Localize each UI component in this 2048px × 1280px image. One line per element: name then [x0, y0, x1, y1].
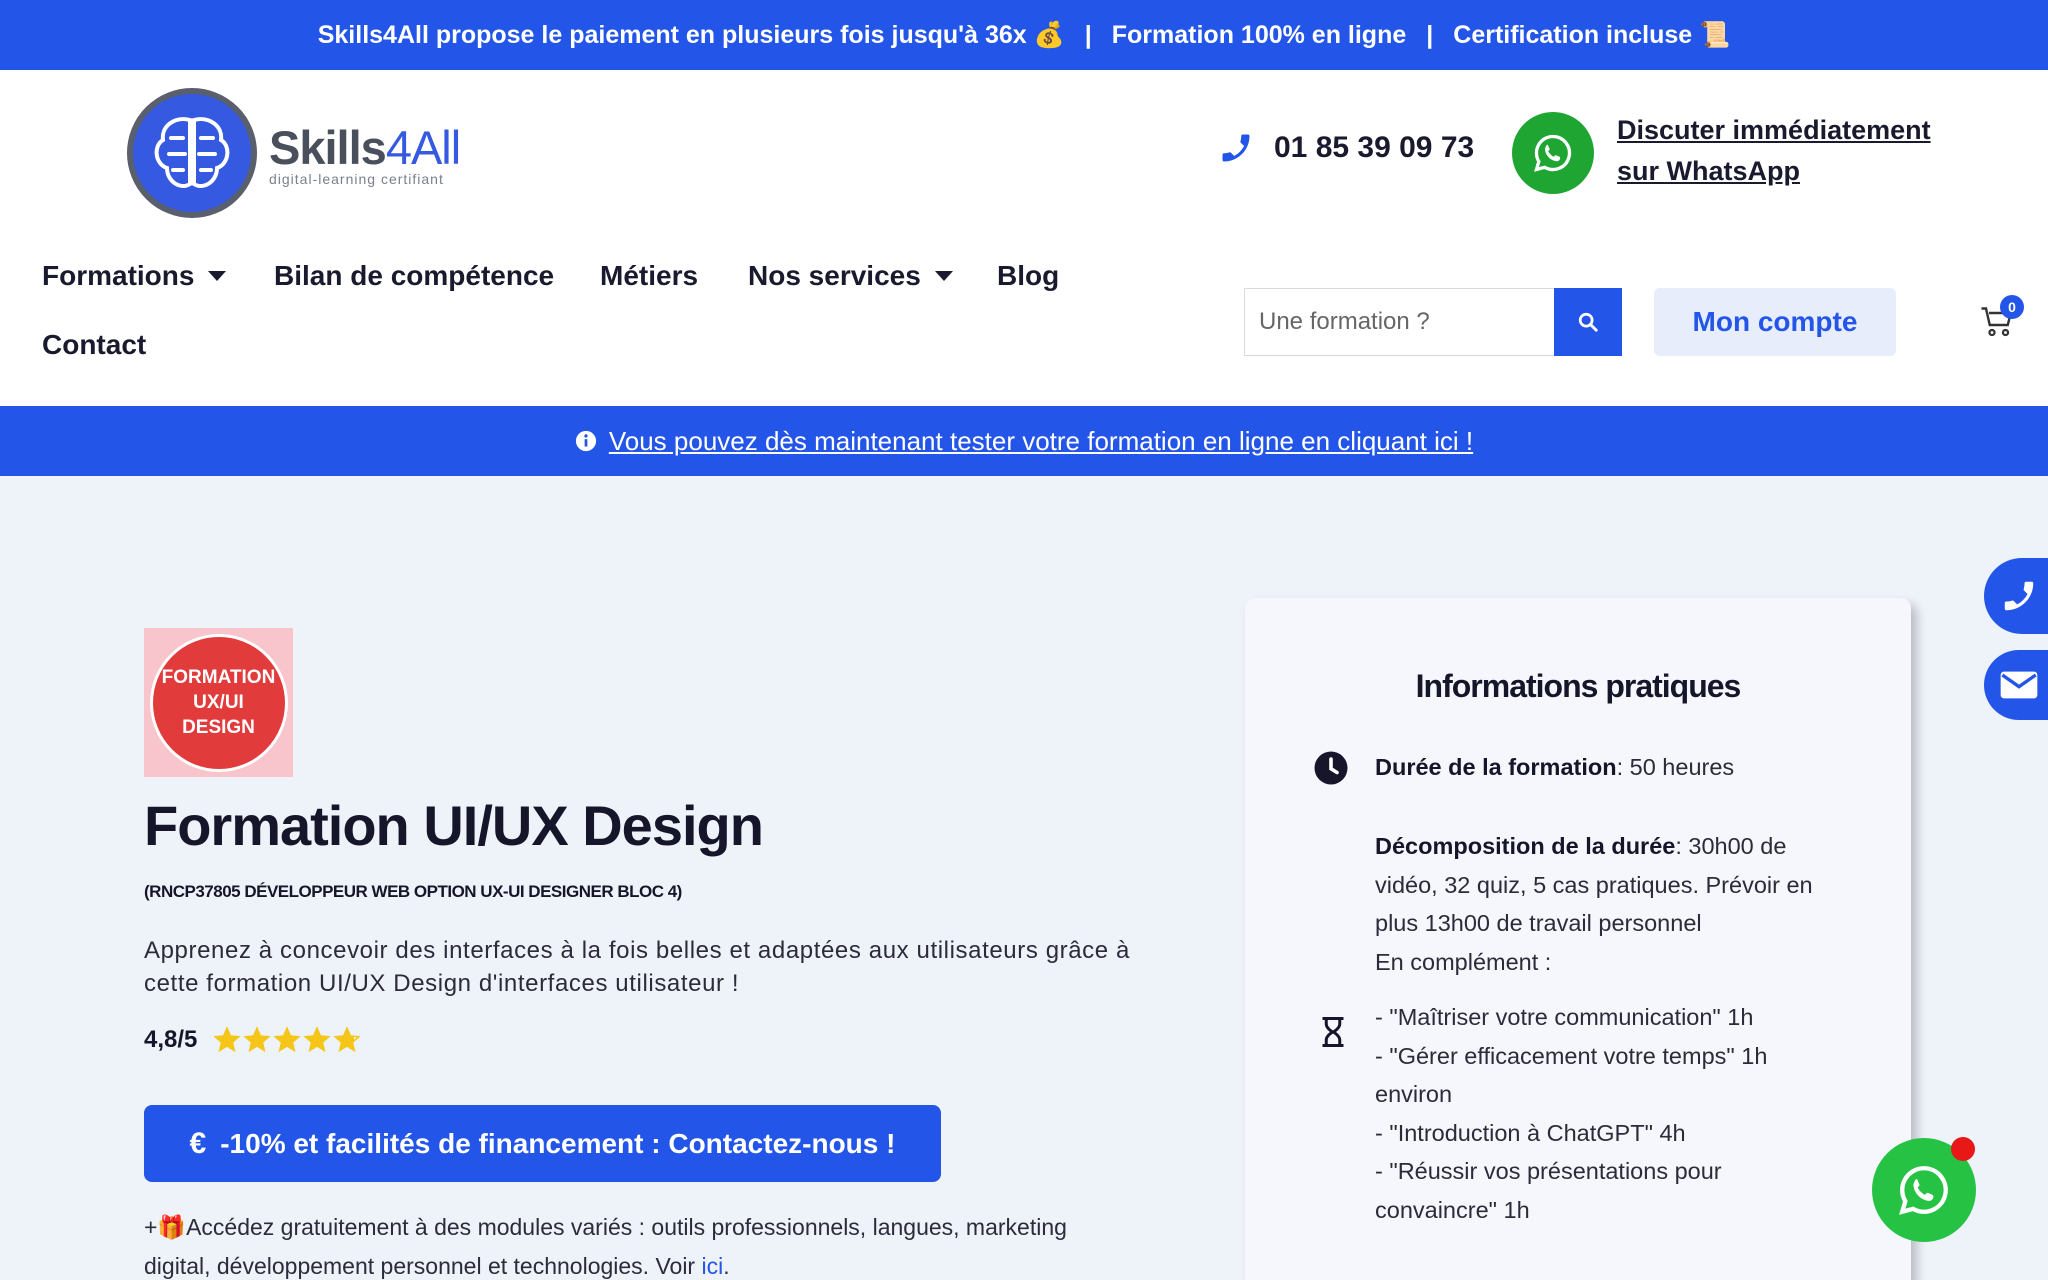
rating-value: 4,8/5 — [144, 1026, 198, 1053]
course-rncp-code: (RNCP37805 DÉVELOPPEUR WEB OPTION UX-UI … — [144, 882, 682, 901]
cta-label: -10% et facilités de financement : Conta… — [220, 1127, 896, 1159]
nav-formations[interactable]: Formations — [42, 260, 227, 292]
brain-logo-icon — [127, 88, 257, 218]
phone-icon — [2004, 581, 2034, 611]
badge-line: DESIGN — [182, 717, 255, 738]
complement-item: - "Introduction à ChatGPT" 4h — [1375, 1119, 1686, 1146]
badge-line: UX/UI — [193, 692, 244, 713]
cart-count-badge: 0 — [2000, 295, 2024, 319]
course-rating: 4,8/5 — [144, 1026, 363, 1054]
star-icon — [213, 1026, 242, 1053]
promo-payment: Skills4All propose le paiement en plusie… — [317, 20, 1065, 49]
phone-number: 01 85 39 09 73 — [1274, 131, 1475, 164]
duration-row: Durée de la formation: 50 heures — [1375, 754, 1735, 780]
site-logo[interactable]: Skills4All digital-learning certifiant — [127, 88, 461, 218]
promo-separator: | — [1084, 20, 1092, 49]
practical-info-card: Informations pratiques Durée de la forma… — [1245, 598, 1911, 1280]
caret-down-icon — [208, 271, 227, 281]
nav-nos-services[interactable]: Nos services — [748, 260, 953, 292]
side-call-button[interactable] — [1984, 558, 2048, 634]
side-email-button[interactable] — [1984, 650, 2048, 720]
euro-icon: € — [189, 1126, 207, 1160]
card-title: Informations pratiques — [1415, 668, 1742, 704]
star-icon — [273, 1026, 302, 1053]
info-icon — [575, 430, 596, 452]
course-title: Formation UI/UX Design — [144, 794, 764, 857]
promo-online: Formation 100% en ligne — [1111, 20, 1407, 49]
my-account-button[interactable]: Mon compte — [1654, 288, 1896, 356]
promo-bar: Skills4All propose le paiement en plusie… — [0, 0, 2048, 70]
test-course-banner: Vous pouvez dès maintenant tester votre … — [0, 406, 2048, 476]
search-icon — [1578, 312, 1598, 332]
financing-contact-button[interactable]: € -10% et facilités de financement : Con… — [144, 1105, 941, 1182]
phone-icon — [1222, 134, 1250, 162]
hourglass-icon — [1322, 1017, 1344, 1047]
clock-icon — [1314, 751, 1348, 785]
logo-tagline: digital-learning certifiant — [269, 170, 444, 187]
search-input[interactable] — [1244, 288, 1554, 356]
site-header: Skills4All digital-learning certifiant 0… — [0, 70, 2048, 406]
nav-contact[interactable]: Contact — [42, 329, 146, 361]
nav-blog[interactable]: Blog — [997, 260, 1059, 292]
whatsapp-icon — [1899, 1166, 1948, 1215]
complement-label: En complément : — [1375, 949, 1552, 975]
rating-stars — [213, 1026, 363, 1054]
whatsapp-chat-link[interactable]: Discuter immédiatement sur WhatsApp — [1617, 110, 1947, 192]
free-modules-link[interactable]: ici — [701, 1253, 723, 1279]
course-description: Apprenez à concevoir des interfaces à la… — [144, 937, 1130, 997]
complement-item: - "Maîtriser votre communication" 1h — [1375, 1004, 1754, 1030]
badge-line: FORMATION — [161, 667, 276, 688]
course-badge: FORMATION UX/UI DESIGN — [144, 628, 293, 777]
star-icon — [243, 1026, 272, 1053]
promo-separator: | — [1426, 20, 1434, 49]
promo-certification: Certification incluse 📜 — [1453, 20, 1731, 49]
complement-item: - "Gérer efficacement votre temps" 1h en… — [1375, 1042, 1768, 1108]
notification-dot — [1951, 1137, 1975, 1161]
whatsapp-icon[interactable] — [1512, 112, 1594, 194]
envelope-icon — [2000, 671, 2038, 699]
caret-down-icon — [934, 271, 953, 281]
star-icon — [333, 1026, 362, 1053]
free-modules-text: +🎁Accédez gratuitement à des modules var… — [144, 1214, 1067, 1279]
nav-metiers[interactable]: Métiers — [600, 260, 698, 292]
complement-list: - "Maîtriser votre communication" 1h - "… — [1375, 998, 1845, 1229]
search-form — [1244, 288, 1622, 356]
breakdown-row: Décomposition de la durée: 30h00 de vidé… — [1375, 833, 1813, 936]
logo-wordmark: Skills4All — [269, 120, 461, 174]
star-icon — [303, 1026, 332, 1053]
search-button[interactable] — [1554, 288, 1622, 356]
complement-item: - "Réussir vos présentations pour convai… — [1375, 1158, 1722, 1223]
nav-bilan-competence[interactable]: Bilan de compétence — [274, 260, 554, 292]
phone-link[interactable]: 01 85 39 09 73 — [1218, 130, 1474, 166]
test-course-link[interactable]: Vous pouvez dès maintenant tester votre … — [609, 426, 1473, 457]
